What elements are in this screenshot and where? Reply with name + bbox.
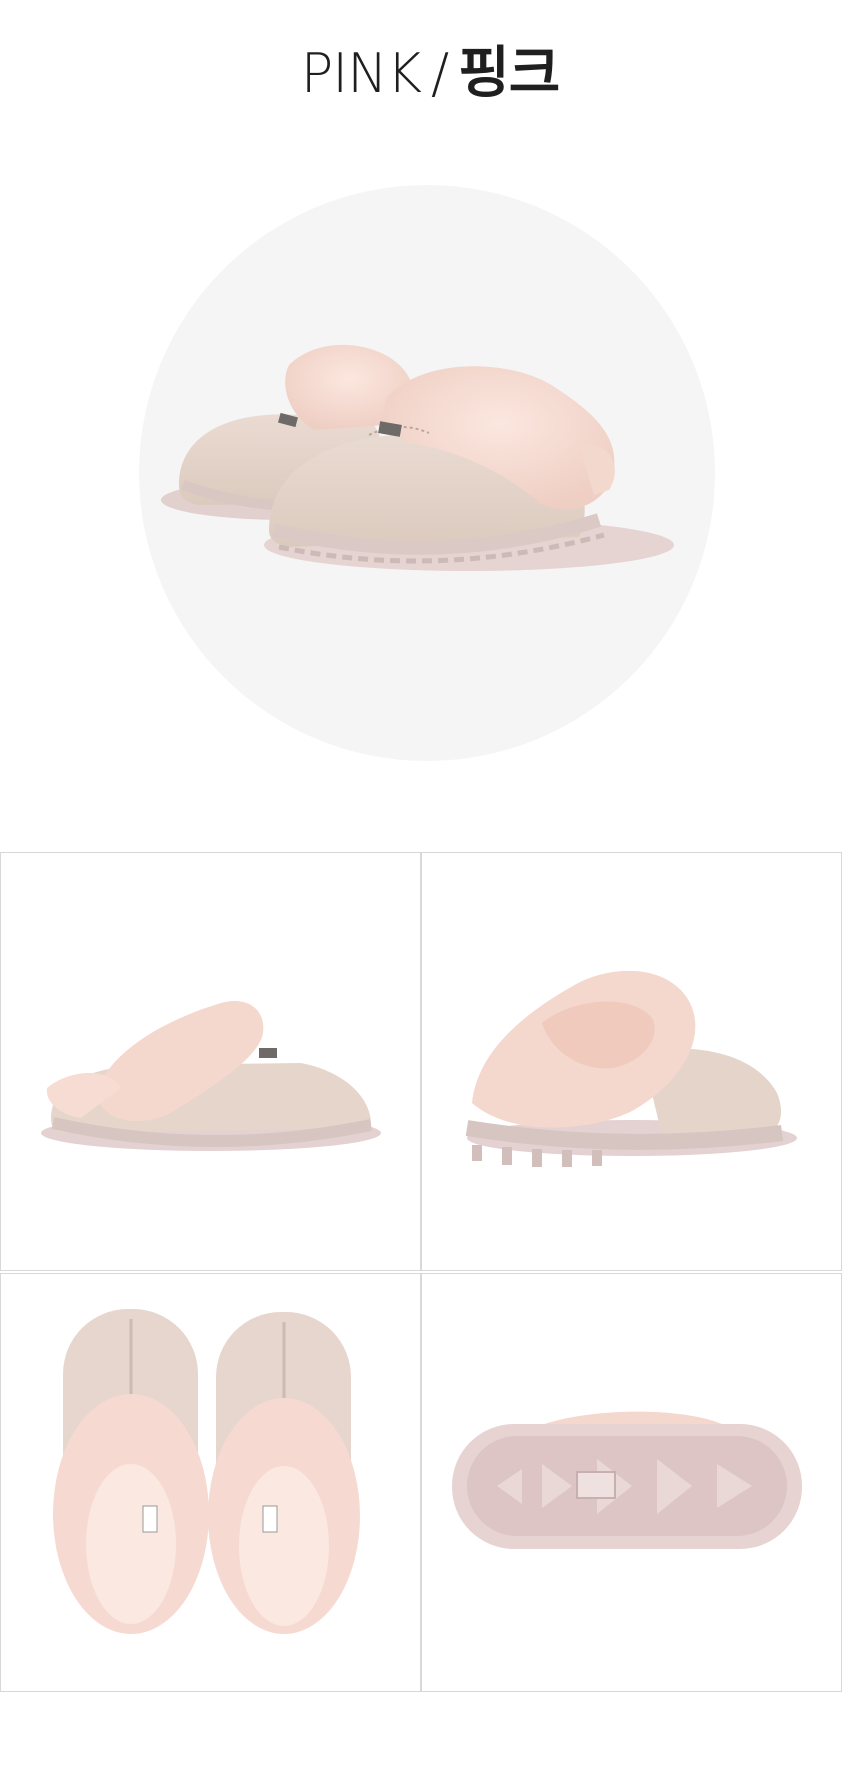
- color-name-english: PINK: [300, 42, 422, 105]
- gallery-item-back[interactable]: [421, 852, 842, 1271]
- hero-product-circle: [139, 185, 715, 761]
- slipper-top-view-photo-icon: [53, 1309, 360, 1634]
- color-name-korean: 핑크: [458, 41, 560, 106]
- gallery-item-sole[interactable]: [421, 1273, 842, 1692]
- slipper-sole-view-photo-icon: [452, 1411, 802, 1549]
- page-title: PINK / 핑크: [0, 38, 860, 109]
- product-gallery: [0, 852, 860, 1752]
- gallery-item-top[interactable]: [0, 1273, 421, 1692]
- slipper-pair-photo-icon: [161, 344, 674, 571]
- slipper-side-view-photo-icon: [41, 1001, 381, 1151]
- slipper-back-view-photo-icon: [465, 970, 797, 1167]
- title-separator: /: [431, 42, 449, 105]
- gallery-item-side[interactable]: [0, 852, 421, 1271]
